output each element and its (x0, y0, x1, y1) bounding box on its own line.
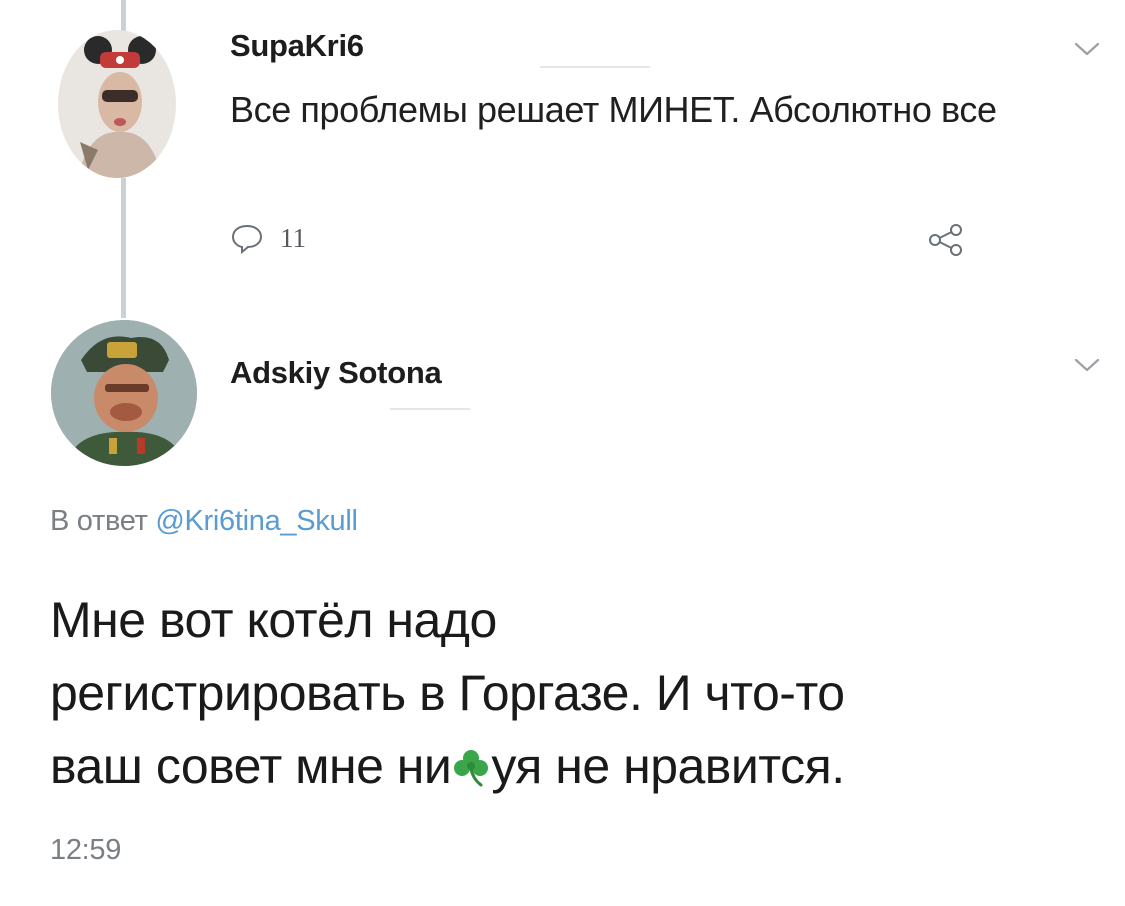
reply-to-line: В ответ @Kri6tina_Skull (50, 505, 358, 538)
reply-action[interactable]: 11 (230, 220, 306, 256)
avatar-adskiy-sotona[interactable] (51, 320, 197, 466)
reply-text-line-2: регистрировать в Горгазе. И что-то (50, 665, 845, 721)
blurred-handle-2 (390, 408, 470, 410)
reply-text-line-3b: уя не нравится. (491, 738, 845, 794)
parent-username[interactable]: SupaKri6 (230, 28, 364, 64)
avatar-supakri6[interactable] (58, 30, 176, 178)
blurred-handle (540, 66, 650, 68)
shamrock-icon (454, 750, 489, 787)
reply-count: 11 (280, 222, 306, 253)
chevron-down-icon[interactable] (1072, 356, 1102, 374)
reply-text-line-1: Мне вот котёл надо (50, 592, 497, 648)
reply-bubble-icon[interactable] (230, 222, 264, 254)
parent-tweet-text: Все проблемы решает МИНЕТ. Абсолютно все (230, 89, 997, 130)
reply-text-line-3a: ваш совет мне ни (50, 738, 452, 794)
share-icon[interactable] (926, 222, 966, 258)
reply-to-handle[interactable]: @Kri6tina_Skull (155, 505, 358, 537)
tweet-timestamp: 12:59 (50, 834, 122, 866)
reply-username[interactable]: Adskiy Sotona (230, 355, 442, 391)
reply-tweet-text: Мне вот котёл надо регистрировать в Горг… (50, 584, 1110, 803)
chevron-down-icon[interactable] (1072, 40, 1102, 58)
thread-line-connector (121, 178, 126, 318)
reply-text-line-3: ваш совет мне ни уя не нравится. (50, 730, 1110, 803)
reply-to-prefix: В ответ (50, 505, 156, 537)
